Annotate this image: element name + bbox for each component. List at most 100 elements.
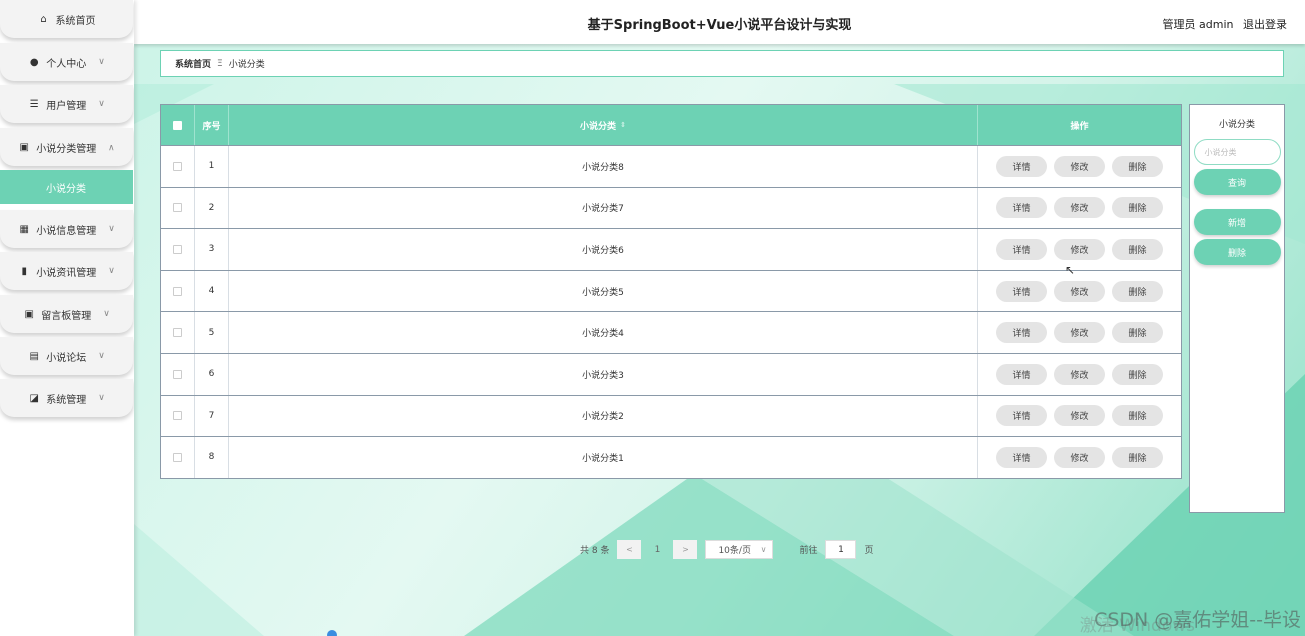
checkbox-icon[interactable]: [173, 286, 182, 296]
table-row: 2 小说分类7 详情 修改 删除: [161, 186, 1181, 229]
checkbox-icon[interactable]: [173, 369, 182, 379]
header-category[interactable]: 小说分类 ⇕: [229, 105, 978, 145]
page-size-select[interactable]: 10条/页 ∨: [705, 540, 774, 559]
delete-button[interactable]: 删除: [1112, 155, 1163, 177]
search-input[interactable]: 小说分类: [1193, 139, 1281, 165]
delete-button[interactable]: 删除: [1112, 363, 1163, 385]
table-row: 3 小说分类6 详情 修改 删除: [161, 228, 1181, 270]
row-select[interactable]: [161, 312, 195, 353]
row-category: 小说分类1: [229, 437, 978, 478]
sidebar-item-label: 小说信息管理: [36, 225, 97, 237]
table-row: 8 小说分类1 详情 修改 删除: [161, 436, 1181, 478]
checkbox-icon[interactable]: [173, 203, 182, 213]
bar-chart-icon: ▮: [21, 265, 27, 277]
row-actions: 详情 修改 删除: [978, 188, 1181, 229]
row-select[interactable]: [161, 187, 195, 229]
sidebar-item-novel-info[interactable]: ▦ 小说信息管理 ∨: [0, 210, 133, 248]
row-select[interactable]: [161, 229, 195, 270]
checkbox-icon[interactable]: [173, 411, 182, 421]
chevron-down-icon: ∨: [98, 351, 105, 361]
row-index: 7: [195, 395, 229, 437]
row-index: 6: [195, 353, 229, 395]
sidebar-item-profile[interactable]: ● 个人中心 ∨: [0, 43, 133, 81]
row-category: 小说分类5: [229, 270, 978, 312]
delete-button[interactable]: 删除: [1112, 197, 1163, 219]
next-page-button[interactable]: >: [673, 540, 698, 559]
edit-button[interactable]: 修改: [1054, 280, 1105, 302]
detail-button[interactable]: 详情: [996, 405, 1047, 427]
person-icon: ●: [29, 56, 39, 68]
category-table: 序号 小说分类 ⇕ 操作 1 小说分类8 详情 修改 删除 2 小说分类7 详情 修改 删除 3 小说…: [160, 104, 1182, 479]
sidebar-item-forum[interactable]: ▤ 小说论坛 ∨: [0, 337, 133, 375]
breadcrumb-separator: Ξ: [217, 58, 223, 69]
sidebar-subitem-label: 小说分类: [46, 183, 86, 195]
header-select-all[interactable]: [161, 105, 195, 145]
table-row: 5 小说分类4 详情 修改 删除: [161, 311, 1181, 353]
header-index: 序号: [195, 105, 229, 145]
chevron-down-icon: ∨: [108, 224, 115, 234]
sidebar-item-news[interactable]: ▮ 小说资讯管理 ∨: [0, 252, 133, 290]
batch-delete-button[interactable]: 删除: [1193, 239, 1281, 265]
row-select[interactable]: [161, 395, 195, 437]
goto-page-input[interactable]: 1: [825, 540, 857, 559]
detail-button[interactable]: 详情: [996, 322, 1047, 344]
delete-button[interactable]: 删除: [1112, 238, 1163, 260]
sidebar-item-label: 小说论坛: [46, 352, 87, 364]
sidebar-item-system[interactable]: ◪ 系统管理 ∨: [0, 379, 133, 417]
add-button[interactable]: 新增: [1193, 209, 1281, 235]
delete-button[interactable]: 删除: [1112, 280, 1163, 302]
detail-button[interactable]: 详情: [996, 446, 1047, 468]
delete-button[interactable]: 删除: [1112, 405, 1163, 427]
current-page[interactable]: 1: [649, 545, 665, 555]
pagination: 共 8 条 < 1 > 10条/页 ∨ 前往 1 页: [580, 540, 873, 559]
header-category-label: 小说分类: [580, 121, 617, 132]
list-icon: ☰: [29, 98, 39, 110]
edit-button[interactable]: 修改: [1054, 322, 1105, 344]
row-actions: 详情 修改 删除: [978, 354, 1181, 395]
sidebar: ⌂ 系统首页 ● 个人中心 ∨ ☰ 用户管理 ∨ ▣ 小说分类管理 ∨ 小说分类…: [0, 0, 134, 636]
sidebar-item-home[interactable]: ⌂ 系统首页: [0, 0, 133, 38]
detail-button[interactable]: 详情: [996, 280, 1047, 302]
watermark: CSDN @嘉佑学姐--毕设: [1094, 609, 1301, 631]
detail-button[interactable]: 详情: [996, 238, 1047, 260]
chevron-down-icon: ∨: [108, 266, 115, 276]
checkbox-icon[interactable]: [173, 120, 182, 130]
sidebar-item-messages[interactable]: ▣ 留言板管理 ∨: [0, 295, 133, 333]
query-button[interactable]: 查询: [1193, 169, 1281, 195]
row-select[interactable]: [161, 437, 195, 478]
row-select[interactable]: [161, 353, 195, 395]
sidebar-item-category-mgmt[interactable]: ▣ 小说分类管理 ∨: [0, 128, 133, 166]
sidebar-item-label: 小说资讯管理: [36, 267, 97, 279]
detail-button[interactable]: 详情: [996, 155, 1047, 177]
checkbox-icon[interactable]: [173, 244, 182, 254]
detail-button[interactable]: 详情: [996, 363, 1047, 385]
edit-button[interactable]: 修改: [1054, 155, 1105, 177]
sidebar-subitem-category[interactable]: 小说分类: [0, 170, 133, 204]
pagination-total: 共 8 条: [580, 546, 610, 556]
checkbox-icon[interactable]: [173, 452, 182, 462]
delete-button[interactable]: 删除: [1112, 446, 1163, 468]
edit-button[interactable]: 修改: [1054, 405, 1105, 427]
logout-link[interactable]: 退出登录: [1243, 18, 1287, 31]
row-index: 1: [195, 146, 229, 187]
user-label: 管理员 admin: [1162, 18, 1234, 31]
sidebar-item-users[interactable]: ☰ 用户管理 ∨: [0, 85, 133, 123]
row-select[interactable]: [161, 270, 195, 312]
document-icon: ▤: [29, 350, 39, 362]
sidebar-item-label: 个人中心: [46, 58, 87, 70]
breadcrumb-home[interactable]: 系统首页: [175, 57, 211, 70]
row-category: 小说分类3: [229, 353, 978, 395]
detail-button[interactable]: 详情: [996, 197, 1047, 219]
checkbox-icon[interactable]: [173, 161, 182, 171]
checkbox-icon[interactable]: [173, 328, 182, 338]
edit-button[interactable]: 修改: [1054, 446, 1105, 468]
edit-button[interactable]: 修改: [1054, 197, 1105, 219]
prev-page-button[interactable]: <: [617, 540, 642, 559]
row-select[interactable]: [161, 146, 195, 187]
sort-icon[interactable]: ⇕: [620, 121, 626, 129]
edit-button[interactable]: 修改: [1054, 363, 1105, 385]
delete-button[interactable]: 删除: [1112, 322, 1163, 344]
row-actions: 详情 修改 删除: [978, 146, 1181, 187]
edit-button[interactable]: 修改: [1054, 238, 1105, 260]
table-row: 7 小说分类2 详情 修改 删除: [161, 394, 1181, 437]
